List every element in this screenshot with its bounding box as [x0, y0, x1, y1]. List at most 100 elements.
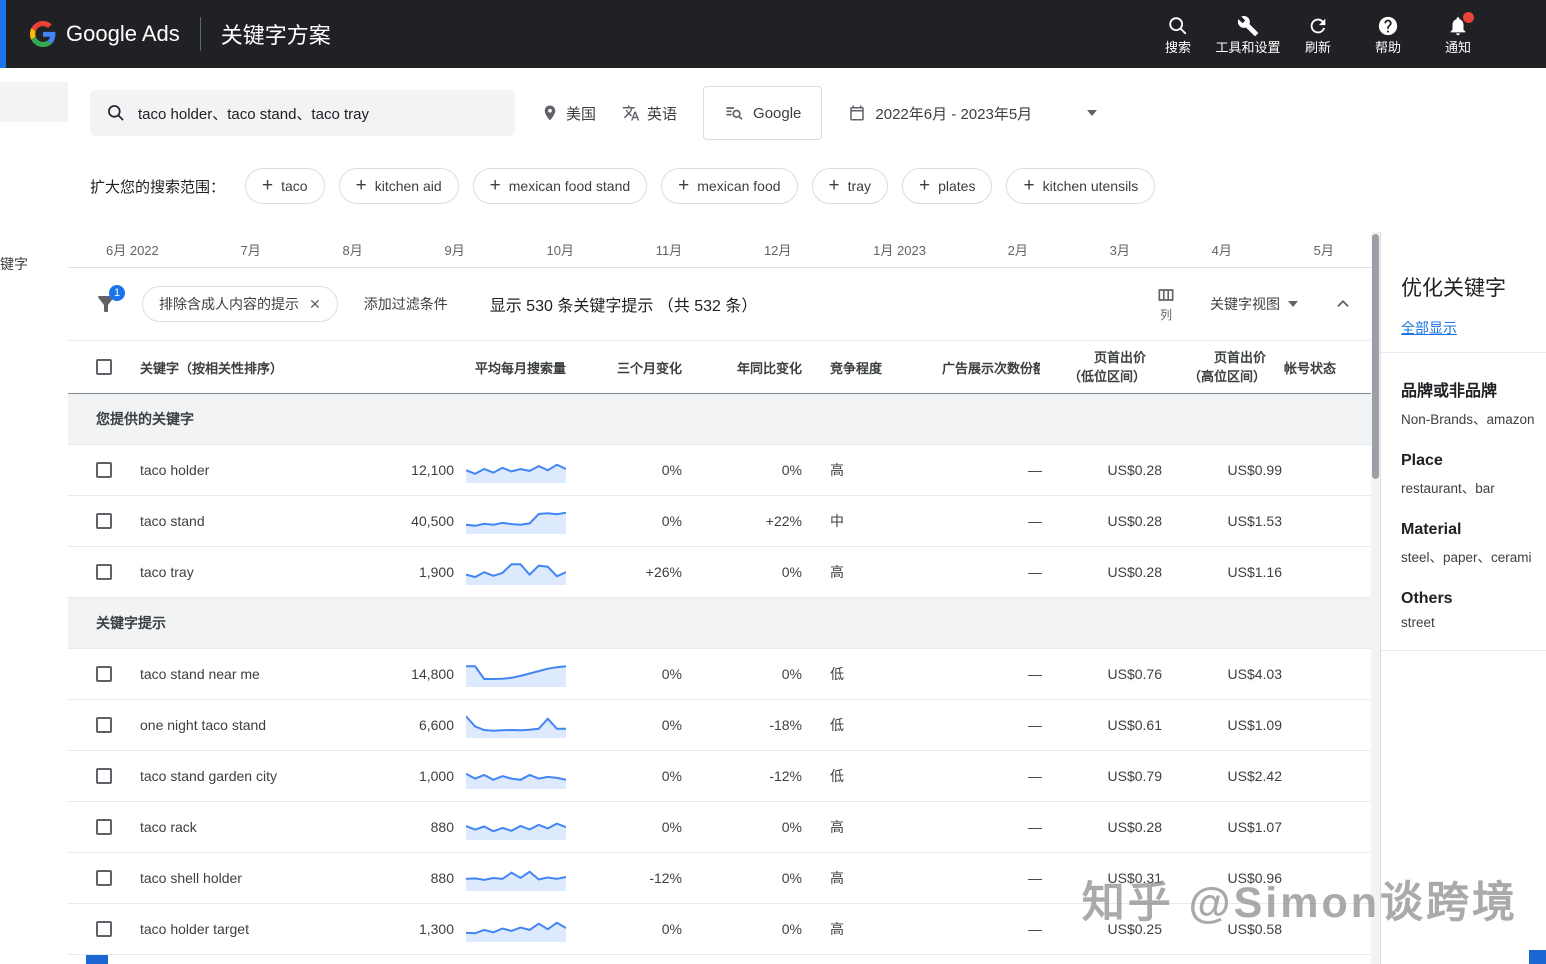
collapse-chart-button[interactable]	[1332, 293, 1354, 315]
keyword-table: 您提供的关键字 taco holder 12,100 0% 0% 高 — US$…	[68, 394, 1380, 955]
competition: 高	[830, 564, 844, 580]
three-month-change: 0%	[661, 768, 682, 784]
topbar-action[interactable]: 搜索	[1145, 11, 1211, 57]
trend-sparkline	[466, 504, 566, 538]
view-selector[interactable]: 关键字视图	[1210, 294, 1298, 314]
three-month-change: 0%	[661, 717, 682, 733]
row-checkbox[interactable]	[96, 462, 112, 478]
refine-group[interactable]: Place restaurant、bar	[1401, 452, 1546, 497]
broaden-search-row: 扩大您的搜索范围： + taco + kitchen aid + mexican…	[90, 168, 1546, 204]
row-checkbox[interactable]	[96, 921, 112, 937]
broaden-chip[interactable]: + mexican food stand	[472, 168, 648, 204]
table-row[interactable]: taco stand near me 14,800 0% 0% 低 — US$0…	[68, 649, 1380, 700]
broaden-chip[interactable]: + mexican food	[661, 168, 798, 204]
table-section-header: 关键字提示	[68, 598, 1380, 649]
trend-sparkline	[466, 453, 566, 487]
timeline-month: 12月	[763, 243, 792, 258]
table-row[interactable]: taco rack 880 0% 0% 高 — US$0.28 US$1.07	[68, 802, 1380, 853]
topbar-action[interactable]: 帮助	[1355, 11, 1421, 57]
three-month-change: -12%	[649, 870, 682, 886]
topbar-action[interactable]: 工具和设置	[1215, 11, 1281, 57]
keywords-input[interactable]	[138, 104, 499, 122]
table-row[interactable]: one night taco stand 6,600 0% -18% 低 — U…	[68, 700, 1380, 751]
competition: 高	[830, 921, 844, 937]
yoy-change: 0%	[781, 819, 802, 835]
vertical-scrollbar[interactable]	[1371, 232, 1380, 964]
refine-group-values: Non-Brands、amazon	[1401, 412, 1535, 427]
top-of-page-bid-high: US$1.16	[1227, 564, 1282, 580]
refine-group[interactable]: Others street	[1401, 590, 1546, 630]
table-row[interactable]: taco shell holder 880 -12% 0% 高 — US$0.3…	[68, 853, 1380, 904]
top-of-page-bid-low: US$0.28	[1107, 462, 1162, 478]
row-checkbox[interactable]	[96, 666, 112, 682]
timeline-month: 6月 2022	[106, 243, 159, 258]
header-status[interactable]: 帐号状态	[1280, 358, 1380, 377]
header-volume[interactable]: 平均每月搜索量	[380, 358, 576, 377]
table-row[interactable]: taco holder 12,100 0% 0% 高 — US$0.28 US$…	[68, 445, 1380, 496]
header-three-month[interactable]: 三个月变化	[576, 358, 696, 377]
show-all-link[interactable]: 全部显示	[1401, 318, 1457, 338]
header-keyword[interactable]: 关键字（按相关性排序）	[140, 358, 380, 377]
broaden-chip[interactable]: + tray	[811, 168, 888, 204]
location-selector[interactable]: 美国	[541, 103, 596, 124]
plus-icon: +	[489, 174, 501, 196]
header-competition[interactable]: 竞争程度	[816, 358, 936, 377]
timeline-month: 1月 2023	[873, 243, 926, 258]
date-range-selector[interactable]: 2022年6月 - 2023年5月	[848, 103, 1098, 124]
query-row: 美国 英语 Google	[90, 86, 1546, 140]
filter-button[interactable]: 1	[94, 285, 125, 316]
filter-chip[interactable]: 排除含成人内容的提示 ✕	[142, 286, 338, 322]
tools-settings-icon	[1237, 15, 1259, 37]
table-section-header: 您提供的关键字	[68, 394, 1380, 445]
chip-label: taco	[281, 178, 308, 194]
language-selector[interactable]: 英语	[622, 103, 677, 124]
view-label: 关键字视图	[1210, 296, 1280, 312]
broaden-chip[interactable]: + taco	[245, 168, 325, 204]
row-checkbox[interactable]	[96, 564, 112, 580]
network-selector[interactable]: Google	[703, 86, 823, 140]
ad-impression-share: —	[1028, 870, 1042, 886]
table-row[interactable]: taco tray 1,900 +26% 0% 高 — US$0.28 US$1…	[68, 547, 1380, 598]
refine-panel: 优化关键字 全部显示 品牌或非品牌 Non-Brands、amazon Plac…	[1380, 232, 1546, 964]
google-ads-home-button[interactable]: Google Ads	[30, 21, 180, 47]
broaden-chip[interactable]: + kitchen aid	[338, 168, 459, 204]
broaden-chip[interactable]: + plates	[902, 168, 993, 204]
row-checkbox[interactable]	[96, 819, 112, 835]
refine-group[interactable]: 品牌或非品牌 Non-Brands、amazon	[1401, 377, 1546, 428]
table-row[interactable]: taco stand garden city 1,000 0% -12% 低 —…	[68, 751, 1380, 802]
table-row[interactable]: taco holder target 1,300 0% 0% 高 — US$0.…	[68, 904, 1380, 955]
chip-label: tray	[847, 178, 871, 194]
columns-button[interactable]: 列	[1156, 285, 1176, 323]
select-all-checkbox[interactable]	[96, 359, 112, 375]
left-nav-item[interactable]: 键字	[0, 254, 28, 274]
scrollbar-thumb[interactable]	[1372, 234, 1379, 479]
add-filter-button[interactable]: 添加过滤条件	[364, 294, 448, 314]
competition: 高	[830, 462, 844, 478]
chevron-down-icon[interactable]	[1087, 110, 1098, 116]
row-checkbox[interactable]	[96, 513, 112, 529]
remove-filter-icon[interactable]: ✕	[309, 296, 321, 313]
ad-impression-share: —	[1028, 513, 1042, 529]
keywords-search-box[interactable]	[90, 90, 515, 136]
row-checkbox[interactable]	[96, 768, 112, 784]
broaden-chip[interactable]: + kitchen utensils	[1006, 168, 1156, 204]
table-row[interactable]: taco stand 40,500 0% +22% 中 — US$0.28 US…	[68, 496, 1380, 547]
header-impression-share[interactable]: 广告展示次数份额	[936, 358, 1040, 377]
topbar-accent-strip	[0, 0, 6, 68]
timeline-month: 4月	[1211, 243, 1232, 258]
header-yoy[interactable]: 年同比变化	[696, 358, 816, 377]
topbar-action[interactable]: 通知	[1425, 11, 1491, 57]
topbar-action[interactable]: 刷新	[1285, 11, 1351, 57]
row-checkbox[interactable]	[96, 870, 112, 886]
broaden-chips: + taco + kitchen aid + mexican food stan…	[245, 168, 1156, 204]
header-high-bid[interactable]: 页首出价 （高位区间）	[1160, 348, 1280, 387]
header-low-bid[interactable]: 页首出价 （低位区间）	[1040, 348, 1160, 387]
avg-monthly-searches: 1,000	[418, 768, 454, 784]
location-pin-icon	[541, 104, 559, 122]
google-logo-icon	[30, 21, 56, 47]
refine-group-name: Place	[1401, 452, 1443, 469]
top-of-page-bid-low: US$0.25	[1107, 921, 1162, 937]
row-checkbox[interactable]	[96, 717, 112, 733]
top-of-page-bid-low: US$0.79	[1107, 768, 1162, 784]
refine-group[interactable]: Material steel、paper、cerami	[1401, 521, 1546, 566]
